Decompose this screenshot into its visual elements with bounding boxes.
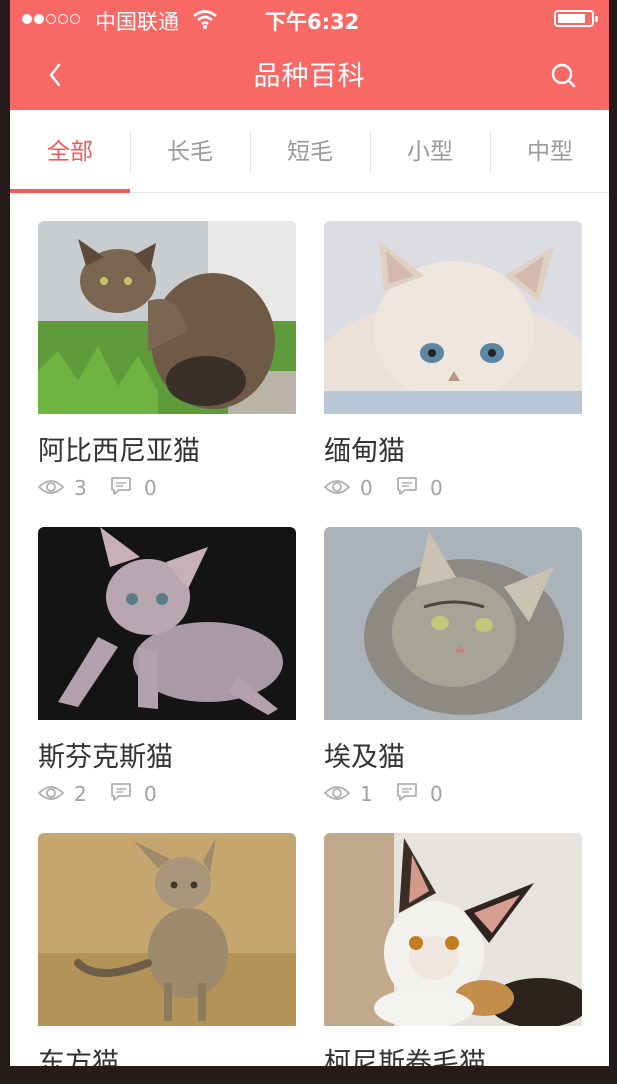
breed-photo bbox=[324, 221, 582, 414]
comment-count: 0 bbox=[430, 476, 443, 500]
app-header: 中国联通 下午6:32 品种百科 bbox=[10, 0, 609, 110]
tab-long-hair[interactable]: 长毛 bbox=[130, 110, 250, 192]
comment-icon bbox=[397, 783, 417, 801]
category-tabs: 全部 长毛 短毛 小型 中型 bbox=[10, 110, 609, 193]
eye-icon bbox=[324, 480, 350, 494]
breed-name: 缅甸猫 bbox=[324, 436, 405, 467]
eye-icon bbox=[38, 786, 64, 800]
breed-name: 柯尼斯卷毛猫 bbox=[324, 1048, 486, 1066]
breed-card[interactable]: 缅甸猫 0 0 bbox=[324, 221, 582, 511]
tab-short-hair[interactable]: 短毛 bbox=[250, 110, 370, 192]
breed-grid: 阿比西尼亚猫 3 0 缅甸猫 0 0 斯芬克斯猫 2 0 埃及猫 1 0 东方猫… bbox=[10, 192, 609, 1066]
breed-photo bbox=[38, 527, 296, 720]
battery-icon bbox=[554, 10, 598, 27]
comment-icon bbox=[397, 477, 417, 495]
search-icon[interactable] bbox=[548, 60, 580, 92]
breed-name: 埃及猫 bbox=[324, 742, 405, 773]
breed-card[interactable]: 埃及猫 1 0 bbox=[324, 527, 582, 817]
nav-bar: 品种百科 bbox=[10, 40, 609, 110]
carrier-name: 中国联通 bbox=[95, 10, 179, 34]
comment-icon bbox=[111, 783, 131, 801]
comment-icon bbox=[111, 477, 131, 495]
breed-name: 阿比西尼亚猫 bbox=[38, 436, 200, 467]
view-count: 0 bbox=[360, 476, 373, 500]
status-bar: 中国联通 下午6:32 bbox=[10, 0, 609, 40]
view-count: 3 bbox=[74, 476, 87, 500]
status-time: 下午6:32 bbox=[265, 10, 360, 34]
breed-card[interactable]: 斯芬克斯猫 2 0 bbox=[38, 527, 296, 817]
breed-photo bbox=[38, 221, 296, 414]
tab-all[interactable]: 全部 bbox=[10, 110, 130, 193]
eye-icon bbox=[38, 480, 64, 494]
view-count: 1 bbox=[360, 782, 373, 806]
eye-icon bbox=[324, 786, 350, 800]
wifi-icon bbox=[192, 8, 218, 35]
comment-count: 0 bbox=[430, 782, 443, 806]
breed-photo bbox=[38, 833, 296, 1026]
breed-name: 斯芬克斯猫 bbox=[38, 742, 173, 773]
breed-card[interactable]: 阿比西尼亚猫 3 0 bbox=[38, 221, 296, 511]
page-title: 品种百科 bbox=[253, 61, 366, 92]
breed-photo bbox=[324, 833, 582, 1026]
breed-name: 东方猫 bbox=[38, 1048, 119, 1066]
breed-card[interactable]: 东方猫 bbox=[38, 833, 296, 1066]
signal-strength-icon bbox=[22, 14, 80, 26]
tab-medium[interactable]: 中型 bbox=[490, 110, 609, 192]
tab-small[interactable]: 小型 bbox=[370, 110, 490, 192]
comment-count: 0 bbox=[144, 782, 157, 806]
breed-card[interactable]: 柯尼斯卷毛猫 bbox=[324, 833, 582, 1066]
breed-photo bbox=[324, 527, 582, 720]
comment-count: 0 bbox=[144, 476, 157, 500]
view-count: 2 bbox=[74, 782, 87, 806]
phone-screen: 中国联通 下午6:32 品种百科 全部 长毛 短毛 小型 中型 阿比西尼亚猫 3… bbox=[10, 0, 609, 1066]
